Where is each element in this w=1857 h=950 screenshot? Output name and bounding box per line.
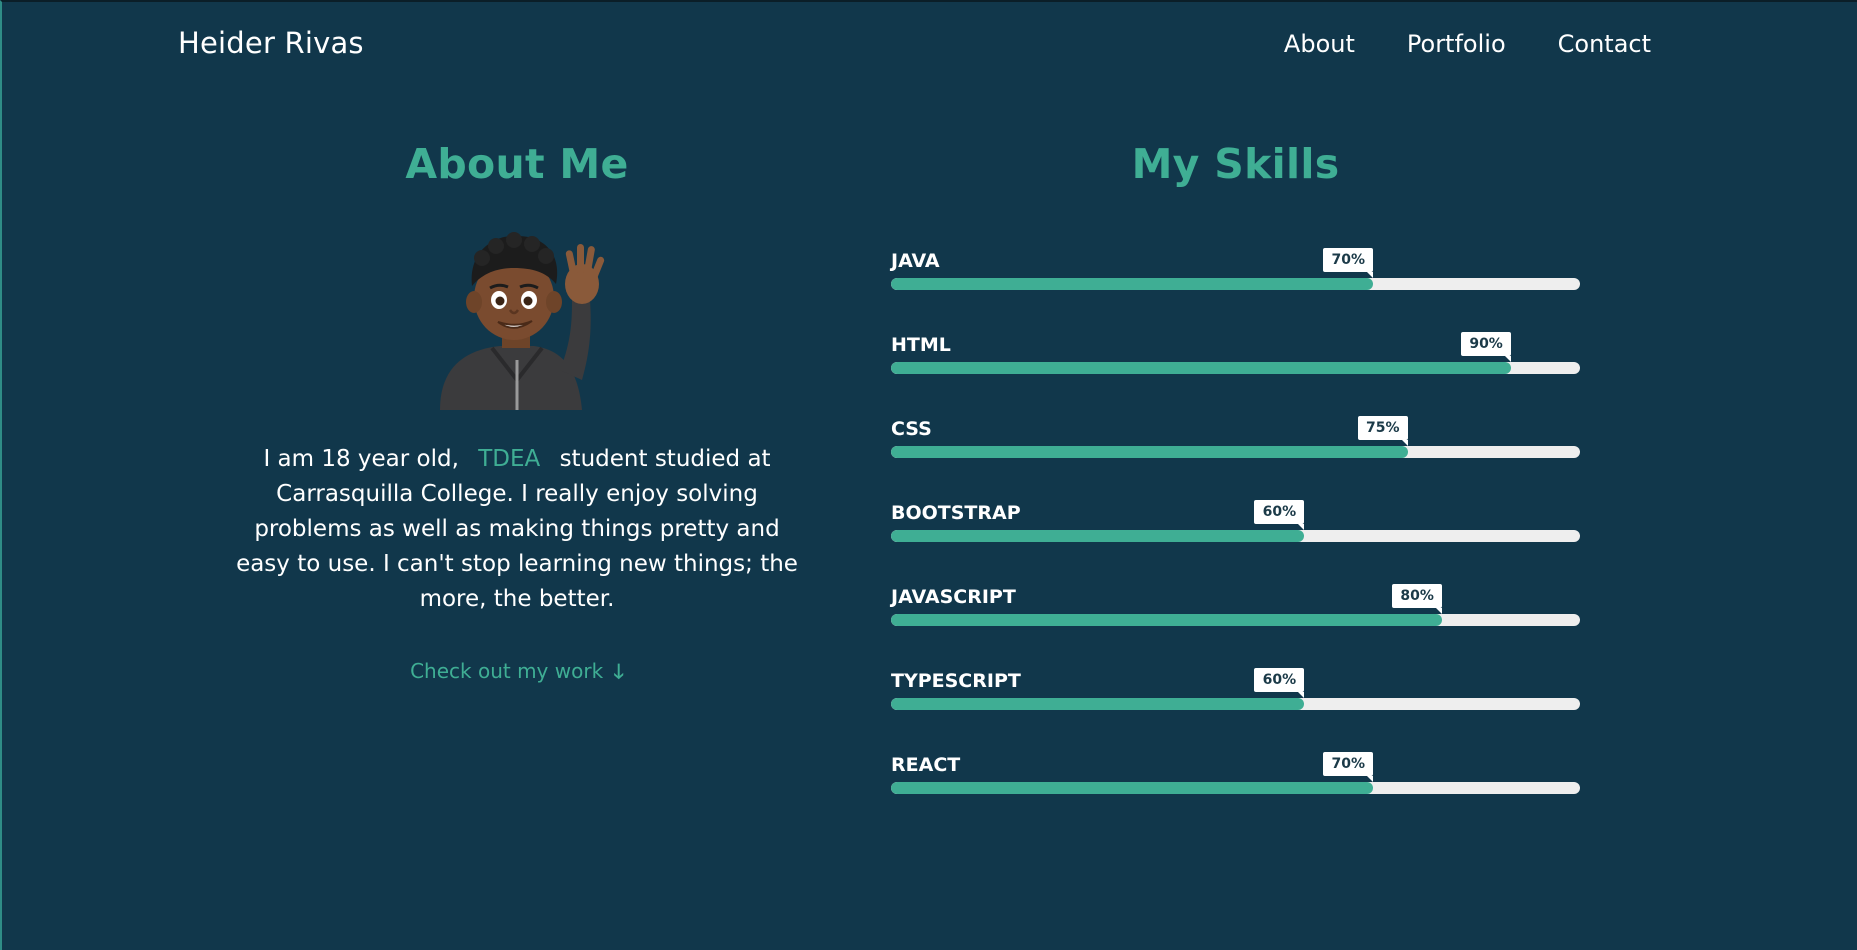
skill-label: BOOTSTRAP: [891, 502, 1021, 524]
skill-progress-track: [891, 698, 1580, 710]
skill-row: TYPESCRIPT 60%: [891, 648, 1580, 732]
skill-progress-track: [891, 446, 1580, 458]
skill-progress-fill: [891, 614, 1443, 626]
skill-label: CSS: [891, 418, 932, 440]
skill-label: TYPESCRIPT: [891, 670, 1021, 692]
skills-title: My Skills: [1131, 140, 1340, 188]
waving-memoji-avatar: [440, 232, 605, 410]
skill-progress-fill: [891, 362, 1512, 374]
skill-progress-fill: [891, 446, 1408, 458]
cta-label: Check out my work: [410, 659, 604, 683]
skill-progress-fill: [891, 782, 1374, 794]
skill-label: HTML: [891, 334, 951, 356]
about-description: I am 18 year old, TDEA student studied a…: [227, 442, 807, 617]
skill-percent-badge: 90%: [1461, 332, 1512, 362]
skill-percent-badge: 70%: [1323, 752, 1374, 782]
skill-row: CSS 75%: [891, 396, 1580, 480]
nav-about[interactable]: About: [1284, 30, 1355, 58]
nav-portfolio[interactable]: Portfolio: [1407, 30, 1506, 58]
skill-row: JAVASCRIPT 80%: [891, 564, 1580, 648]
skill-progress-track: [891, 614, 1580, 626]
skills-section: My Skills JAVA 70% HTML 90% CSS 75% BOOTSTRAP 6…: [891, 140, 1580, 816]
skill-progress-fill: [891, 698, 1305, 710]
skill-progress-track: [891, 362, 1580, 374]
about-title: About Me: [405, 140, 629, 188]
about-section: About Me I am 18 year old, TDEA student …: [217, 140, 817, 691]
skill-row: BOOTSTRAP 60%: [891, 480, 1580, 564]
skill-row: HTML 90%: [891, 312, 1580, 396]
about-text-start: I am 18 year old,: [263, 446, 459, 472]
skill-progress-track: [891, 782, 1580, 794]
skill-progress-track: [891, 278, 1580, 290]
page: Heider Rivas About Portfolio Contact Abo…: [0, 0, 1857, 950]
main-nav: About Portfolio Contact: [1284, 30, 1651, 58]
skill-percent-badge: 60%: [1254, 500, 1305, 530]
skill-row: REACT 70%: [891, 732, 1580, 816]
skill-percent-badge: 80%: [1392, 584, 1443, 614]
brand-logo[interactable]: Heider Rivas: [178, 26, 364, 60]
skill-label: JAVASCRIPT: [891, 586, 1016, 608]
skill-progress-fill: [891, 530, 1305, 542]
skill-percent-badge: 60%: [1254, 668, 1305, 698]
arrow-down-icon: 🡓: [613, 659, 624, 683]
skill-label: REACT: [891, 754, 961, 776]
skill-percent-badge: 75%: [1357, 416, 1408, 446]
tdea-highlight: TDEA: [478, 446, 541, 472]
skill-percent-badge: 70%: [1323, 248, 1374, 278]
nav-contact[interactable]: Contact: [1558, 30, 1651, 58]
skill-row: JAVA 70%: [891, 228, 1580, 312]
skill-label: JAVA: [891, 250, 940, 272]
skill-list: JAVA 70% HTML 90% CSS 75% BOOTSTRAP 60% JAVASCRI…: [891, 228, 1580, 816]
skill-progress-track: [891, 530, 1580, 542]
check-out-work-link[interactable]: Check out my work 🡓: [410, 657, 624, 691]
skill-progress-fill: [891, 278, 1374, 290]
